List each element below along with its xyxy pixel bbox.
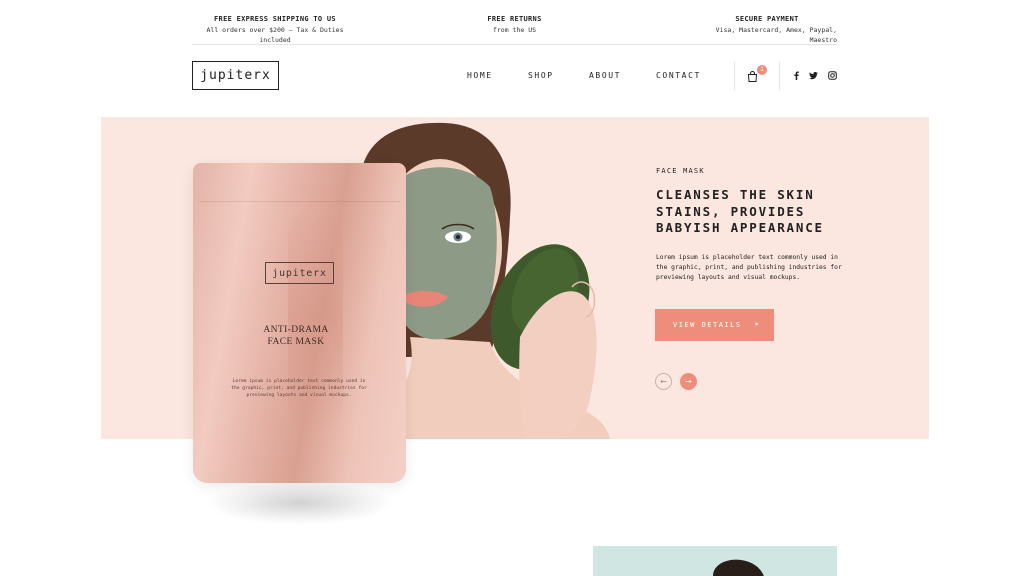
slider-prev-button[interactable]: ← <box>655 373 672 390</box>
shipping-info: FREE EXPRESS SHIPPING TO US All orders o… <box>192 14 358 45</box>
returns-subtitle: from the US <box>492 26 537 34</box>
nav-about[interactable]: ABOUT <box>589 71 621 80</box>
arrow-right-icon: → <box>685 377 692 386</box>
next-section-image <box>593 546 837 576</box>
pouch-name-line2: FACE MASK <box>267 337 325 347</box>
twitter-icon[interactable] <box>809 71 818 80</box>
hero-headline: CLEANSES THE SKIN STAINS, PROVIDES BABYI… <box>656 187 824 236</box>
pouch-product-name: ANTI-DRAMA FACE MASK <box>240 324 352 348</box>
view-details-label: VIEW DETAILS <box>673 321 742 329</box>
nav-home[interactable]: HOME <box>467 71 493 80</box>
hero-body-text: Lorem ipsum is placeholder text commonly… <box>656 254 842 282</box>
shipping-subtitle: All orders over $200 — Tax & Duties incl… <box>206 26 344 44</box>
site-logo[interactable]: jupiterx <box>192 61 279 90</box>
instagram-icon[interactable] <box>828 71 837 80</box>
returns-title: FREE RETURNS <box>487 15 542 23</box>
header-divider <box>734 62 735 90</box>
hero-eyebrow: FACE MASK <box>656 167 705 175</box>
play-arrow-icon: ▸ <box>754 319 761 328</box>
nav-contact[interactable]: CONTACT <box>656 71 701 80</box>
slider-next-button[interactable]: → <box>680 373 697 390</box>
payment-title: SECURE PAYMENT <box>735 15 799 23</box>
cart-count-badge: 1 <box>757 65 767 75</box>
pouch-description: Lorem ipsum is placeholder text commonly… <box>231 379 367 398</box>
payment-info: SECURE PAYMENT Visa, Mastercard, Amex, P… <box>687 14 837 45</box>
payment-subtitle: Visa, Mastercard, Amex, Paypal, Maestro <box>715 26 837 44</box>
nav-shop[interactable]: SHOP <box>528 71 554 80</box>
pouch-shadow <box>205 480 395 525</box>
view-details-button[interactable]: VIEW DETAILS ▸ <box>655 309 774 341</box>
returns-info: FREE RETURNS from the US <box>457 14 572 35</box>
pouch-name-line1: ANTI-DRAMA <box>263 325 329 335</box>
top-info-bar: FREE EXPRESS SHIPPING TO US All orders o… <box>192 12 837 45</box>
shopping-bag-icon[interactable] <box>747 71 758 82</box>
product-pouch <box>193 163 406 483</box>
pouch-logo: jupiterx <box>265 262 334 284</box>
arrow-left-icon: ← <box>660 377 667 386</box>
shipping-title: FREE EXPRESS SHIPPING TO US <box>214 15 336 23</box>
facebook-icon[interactable] <box>792 71 801 80</box>
header-divider <box>779 62 780 90</box>
